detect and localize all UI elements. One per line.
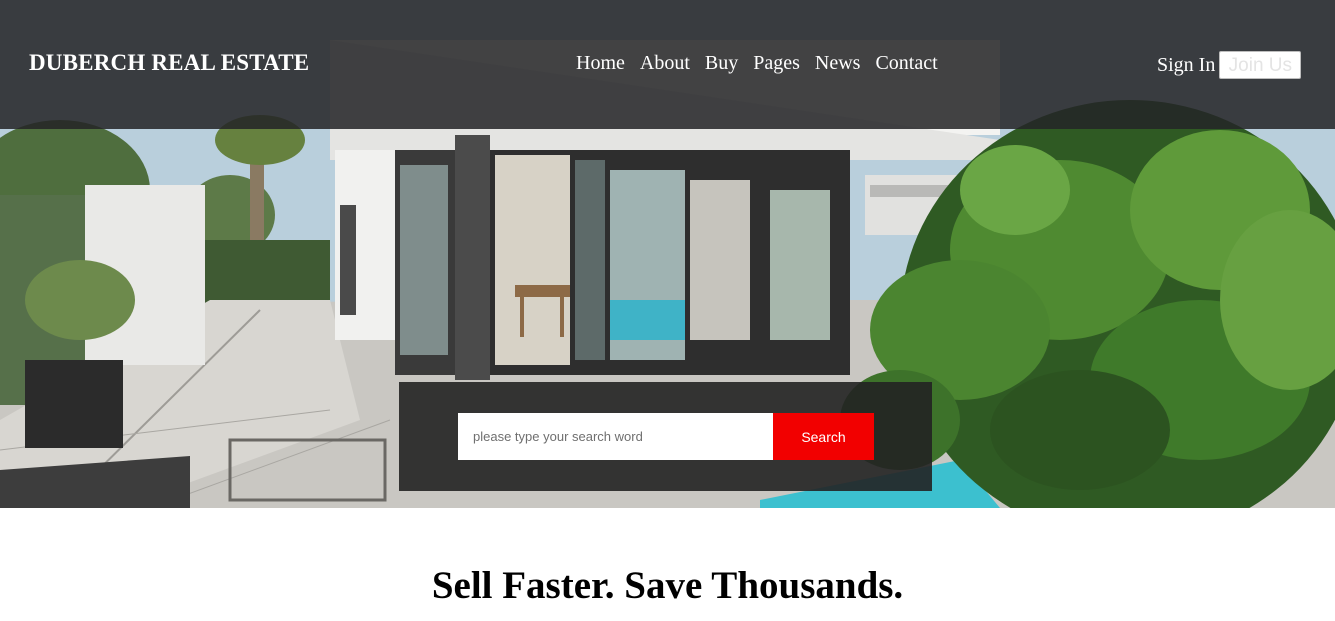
hero-banner: DUBERCH REAL ESTATE Home About Buy Pages… <box>0 0 1335 508</box>
nav-buy[interactable]: Buy <box>705 52 738 75</box>
auth-controls: Sign In Join Us <box>1157 51 1302 79</box>
search-button[interactable]: Search <box>773 413 874 460</box>
main-nav: Home About Buy Pages News Contact <box>576 52 938 75</box>
brand-logo[interactable]: DUBERCH REAL ESTATE <box>29 50 309 76</box>
nav-home[interactable]: Home <box>576 52 625 75</box>
navbar: DUBERCH REAL ESTATE Home About Buy Pages… <box>0 0 1335 129</box>
nav-pages[interactable]: Pages <box>753 52 800 75</box>
search-input[interactable] <box>458 413 773 460</box>
nav-about[interactable]: About <box>640 52 690 75</box>
join-us-button[interactable]: Join Us <box>1219 51 1302 79</box>
sign-in-link[interactable]: Sign In <box>1157 54 1215 77</box>
search-panel: Search <box>399 382 932 491</box>
page-headline: Sell Faster. Save Thousands. <box>431 564 904 607</box>
nav-contact[interactable]: Contact <box>875 52 937 75</box>
nav-news[interactable]: News <box>815 52 861 75</box>
